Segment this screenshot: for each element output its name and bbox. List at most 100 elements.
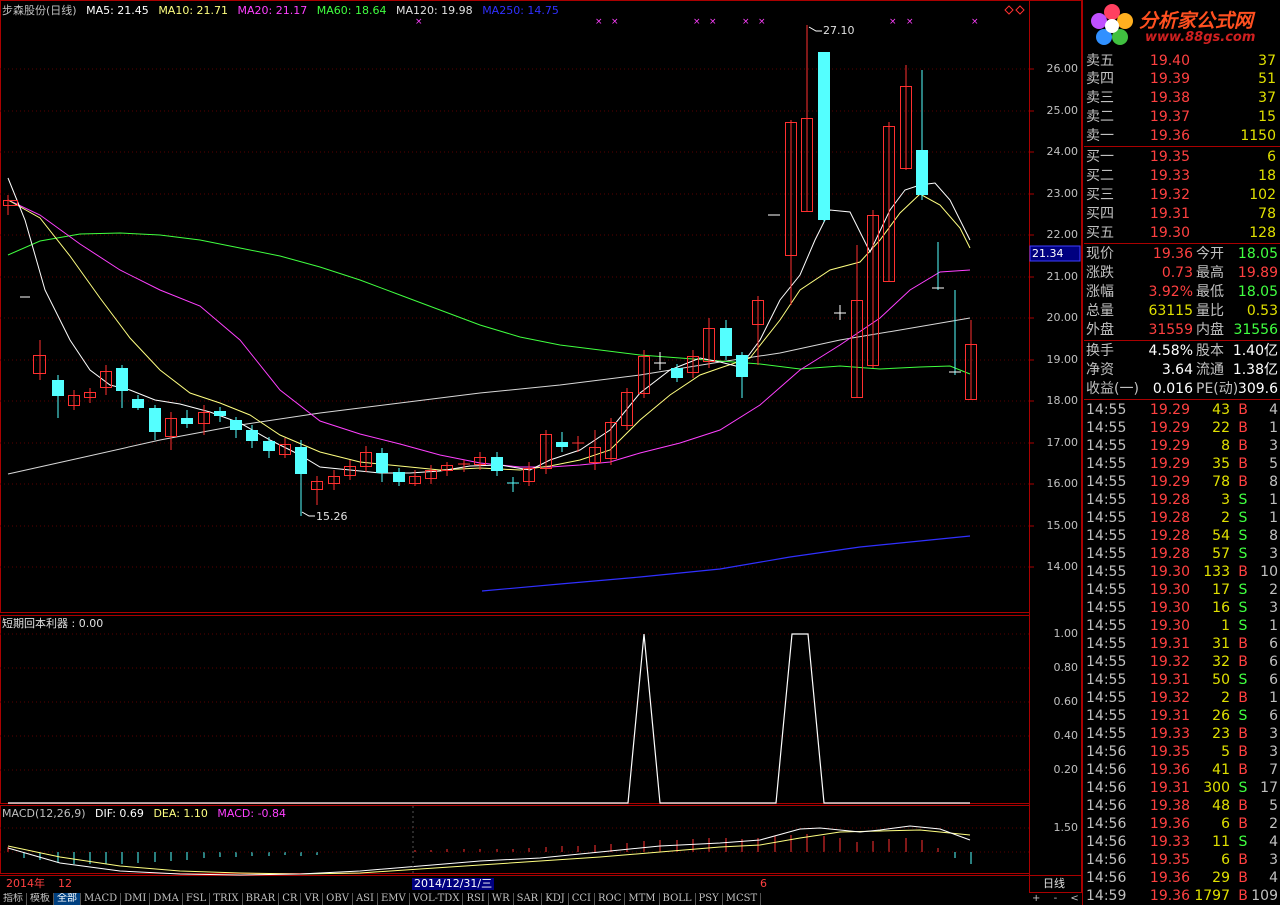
price-tick: 22.00: [1046, 228, 1079, 241]
tick-row: 14:55 19.32 32 B 6: [1086, 654, 1278, 670]
toolbar-tab-indicator[interactable]: 指标: [0, 893, 27, 905]
tick-row: 14:55 19.29 8 B 3: [1086, 438, 1278, 454]
tick-row: 14:55 19.30 17 S 2: [1086, 582, 1278, 598]
toolbar-tab-dmi[interactable]: DMI: [121, 893, 151, 905]
toolbar-tab-rsi[interactable]: RSI: [463, 893, 489, 905]
tick-row: 14:55 19.32 2 B 1: [1086, 690, 1278, 706]
tick-row: 14:55 19.31 50 S 6: [1086, 672, 1278, 688]
svg-text:×: ×: [971, 17, 979, 27]
indicator1-tick: 0.40: [1053, 729, 1079, 742]
divider: [1084, 243, 1280, 244]
toolbar-tab-macd[interactable]: MACD: [81, 893, 122, 905]
price-tick: 21.00: [1046, 270, 1079, 283]
svg-text:×: ×: [693, 17, 701, 27]
ma250-line: [481, 535, 971, 592]
buy-level: 买五 19.30 128: [1086, 225, 1276, 241]
indicator1-tick: 0.20: [1053, 763, 1079, 776]
toolbar-tab-kdj[interactable]: KDJ: [542, 893, 569, 905]
macd-title: MACD(12,26,9) DIF: 0.69 DEA: 1.10 MACD: …: [2, 807, 286, 821]
toolbar-tab-obv[interactable]: OBV: [323, 893, 353, 905]
toolbar-tab-trix[interactable]: TRIX: [210, 893, 243, 905]
divider: [1084, 399, 1280, 400]
high-price-label: 27.10: [823, 24, 855, 37]
toolbar-tab-asi[interactable]: ASI: [353, 893, 378, 905]
toolbar-tab-wr[interactable]: WR: [489, 893, 514, 905]
macd-name: MACD(12,26,9): [2, 807, 86, 820]
toolbar-tab-template[interactable]: 模板: [27, 893, 54, 905]
tick-row: 14:55 19.28 3 S 1: [1086, 492, 1278, 508]
period-label[interactable]: 日线: [1043, 878, 1065, 890]
quote-row: 现价 19.36 今开 18.05: [1086, 246, 1278, 262]
svg-text:×: ×: [742, 17, 750, 27]
fund-row: 净资 3.64 流通 1.38亿: [1086, 362, 1278, 378]
toolbar-tab-fsl[interactable]: FSL: [183, 893, 211, 905]
toolbar-tab-vr[interactable]: VR: [301, 893, 324, 905]
tick-row: 14:56 19.38 48 B 5: [1086, 798, 1278, 814]
toolbar-tab-sar[interactable]: SAR: [514, 893, 543, 905]
tick-row: 14:55 19.29 43 B 4: [1086, 402, 1278, 418]
tick-row: 14:55 19.31 31 B 6: [1086, 636, 1278, 652]
tick-row: 14:55 19.30 1 S 1: [1086, 618, 1278, 634]
toolbar-tab-dma[interactable]: DMA: [150, 893, 183, 905]
tick-row: 14:55 19.33 23 B 3: [1086, 726, 1278, 742]
price-tick: 16.00: [1046, 477, 1079, 490]
date-year: 2014年: [6, 877, 45, 890]
toolbar-tab-mtm[interactable]: MTM: [625, 893, 660, 905]
zoom-out-button[interactable]: -: [1054, 893, 1058, 904]
buy-level: 买一 19.35 6: [1086, 149, 1276, 165]
scroll-left-button[interactable]: <: [1070, 893, 1078, 904]
tick-row: 14:55 19.31 26 S 6: [1086, 708, 1278, 724]
tick-row: 14:55 19.29 78 B 8: [1086, 474, 1278, 490]
toolbar-tab-all[interactable]: 全部: [54, 893, 81, 905]
price-tick: 19.00: [1046, 353, 1079, 366]
tick-row: 14:56 19.31 300 S 17: [1086, 780, 1278, 796]
tick-row: 14:55 19.28 2 S 1: [1086, 510, 1278, 526]
date-month-6: 6: [760, 877, 767, 890]
corner-markers: [1004, 5, 1025, 15]
ma60-label: MA60: 18.64: [316, 4, 387, 17]
buy-level: 买四 19.31 78: [1086, 206, 1276, 222]
price-tick: 14.00: [1046, 560, 1079, 573]
macd-bars: [7, 834, 972, 864]
logo-url: www.88gs.com: [1145, 30, 1256, 45]
logo-text: 分析家公式网: [1139, 10, 1254, 32]
zoom-in-button[interactable]: +: [1032, 893, 1040, 904]
indicator1-tick: 0.80: [1053, 661, 1079, 674]
fund-row: 收益(一) 0.016 PE(动) 309.6: [1086, 381, 1278, 397]
ma10-label: MA10: 21.71: [158, 4, 229, 17]
quote-row: 涨跌 0.73 最高 19.89: [1086, 265, 1278, 281]
price-tick: 20.00: [1046, 311, 1079, 324]
toolbar-tab-vol-tdx[interactable]: VOL-TDX: [410, 893, 464, 905]
toolbar-tab-cci[interactable]: CCI: [569, 893, 595, 905]
price-tick: 23.00: [1046, 187, 1079, 200]
toolbar-tab-emv[interactable]: EMV: [378, 893, 410, 905]
toolbar-tab-roc[interactable]: ROC: [595, 893, 626, 905]
toolbar-tab-mcst[interactable]: MCST: [723, 893, 762, 905]
sell-level: 卖五 19.40 37: [1086, 53, 1276, 69]
toolbar-tab-brar[interactable]: BRAR: [243, 893, 280, 905]
signal-markers: × × × × × × × × × ×: [415, 17, 979, 27]
indicator-toolbar: 指标 模板 全部 MACD DMI DMA FSL TRIX BRAR CR VR OBV ASI EMV…: [0, 893, 1030, 905]
sell-level: 卖四 19.39 51: [1086, 71, 1276, 87]
ma60-line: [7, 232, 971, 375]
macd-dea: DEA: 1.10: [153, 807, 208, 820]
date-cursor: 2014/12/31/三: [412, 877, 495, 890]
sell-level: 卖三 19.38 37: [1086, 90, 1276, 106]
tick-row: 14:56 19.36 6 B 2: [1086, 816, 1278, 832]
quote-row: 涨幅 3.92% 最低 18.05: [1086, 284, 1278, 300]
tick-row: 14:55 19.29 35 B 5: [1086, 456, 1278, 472]
price-tick: 18.00: [1046, 394, 1079, 407]
stock-name: 步森股份(日线): [2, 4, 77, 17]
toolbar-tab-psy[interactable]: PSY: [696, 893, 723, 905]
toolbar-tab-boll[interactable]: BOLL: [660, 893, 696, 905]
sell-level: 卖二 19.37 15: [1086, 109, 1276, 125]
svg-text:×: ×: [889, 17, 897, 27]
toolbar-tab-cr[interactable]: CR: [279, 893, 302, 905]
price-tick: 24.00: [1046, 145, 1079, 158]
tick-row: 14:55 19.28 54 S 8: [1086, 528, 1278, 544]
tick-row: 14:59 19.36 1797 B 109: [1086, 888, 1278, 904]
tick-row: 14:56 19.33 11 S 4: [1086, 834, 1278, 850]
svg-text:×: ×: [758, 17, 766, 27]
current-price-tag: 21.34: [1032, 247, 1064, 260]
ma250-label: MA250: 14.75: [482, 4, 559, 17]
